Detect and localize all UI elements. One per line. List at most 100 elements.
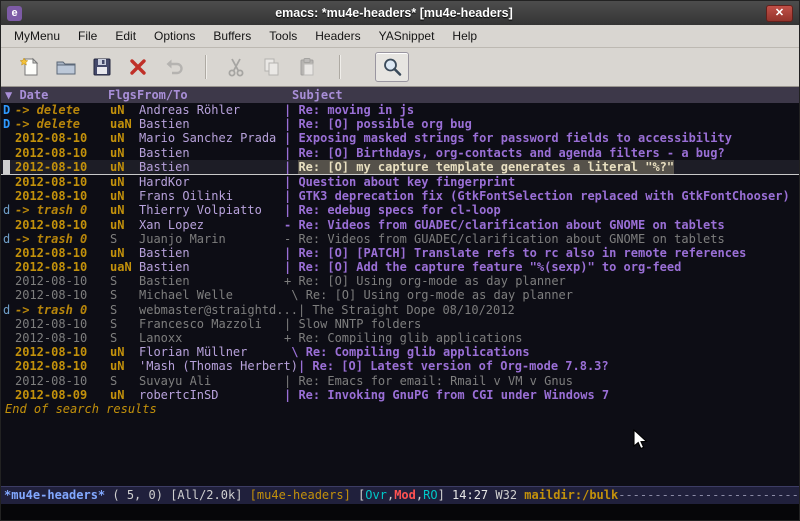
modeline-segment: 14:27 xyxy=(452,487,495,504)
message-row[interactable]: 2012-08-10 uN Bastien | Re: [O] Birthday… xyxy=(1,146,799,160)
menu-item-help[interactable]: Help xyxy=(443,27,486,45)
undo-button[interactable] xyxy=(157,52,191,82)
close-buffer-icon xyxy=(127,56,149,78)
column-header-date[interactable]: ▼ Date xyxy=(1,87,108,103)
mode-line[interactable]: *mu4e-headers* ( 5, 0) [All/2.0k] [mu4e-… xyxy=(1,486,799,504)
message-from: Andreas Röhler xyxy=(139,103,284,117)
message-row[interactable]: 2012-08-10 uaN Bastien | Re: [O] Add the… xyxy=(1,260,799,274)
message-date: 2012-08-10 xyxy=(15,359,110,373)
thread-separator: | xyxy=(284,203,298,217)
message-date: 2012-08-10 xyxy=(15,260,110,274)
mark-char xyxy=(3,218,15,232)
message-date: 2012-08-10 xyxy=(15,345,110,359)
subject-text: Slow NNTP folders xyxy=(298,317,421,331)
message-row[interactable]: 2012-08-10 uN Bastien | Re: [O] my captu… xyxy=(1,160,799,175)
end-of-results: End of search results xyxy=(1,402,799,416)
thread-separator: | xyxy=(284,103,298,117)
message-row[interactable]: 2012-08-10 S Francesco Mazzoli | Slow NN… xyxy=(1,317,799,331)
menu-item-options[interactable]: Options xyxy=(145,27,204,45)
message-row[interactable]: 2012-08-09 uN robertcInSD | Re: Invoking… xyxy=(1,388,799,402)
thread-separator: | xyxy=(284,146,298,160)
message-date: 2012-08-10 xyxy=(15,218,110,232)
message-row[interactable]: 2012-08-10 uN Bastien | Re: [O] [PATCH] … xyxy=(1,246,799,260)
message-subject: | Re: [O] my capture template generates … xyxy=(284,160,799,174)
close-icon: ✕ xyxy=(775,8,784,19)
menu-item-headers[interactable]: Headers xyxy=(306,27,369,45)
toolbar-separator xyxy=(339,55,341,79)
message-flags: S xyxy=(110,374,139,388)
message-row[interactable]: 2012-08-10 uN HardKor | Question about k… xyxy=(1,175,799,189)
message-flags: S xyxy=(110,232,139,246)
message-row[interactable]: 2012-08-10 S Michael Welle \ Re: [O] Usi… xyxy=(1,288,799,302)
mark-char xyxy=(3,288,15,302)
thread-separator: | xyxy=(284,117,298,131)
mark-char: d xyxy=(3,203,15,217)
modeline-segment: ] xyxy=(438,487,452,504)
menu-item-buffers[interactable]: Buffers xyxy=(204,27,260,45)
message-flags: uN xyxy=(110,345,139,359)
mark-char xyxy=(3,374,15,388)
message-subject: | Re: [O] Add the capture feature "%(sex… xyxy=(284,260,799,274)
menu-item-mymenu[interactable]: MyMenu xyxy=(5,27,69,45)
message-row[interactable]: 2012-08-10 S Suvayu Ali | Re: Emacs for … xyxy=(1,374,799,388)
modeline-segment: ----------------------------------------… xyxy=(618,487,799,504)
message-flags: uN xyxy=(110,103,139,117)
thread-separator: + xyxy=(284,331,298,345)
open-file-icon xyxy=(55,56,77,78)
echo-area[interactable] xyxy=(1,504,799,520)
message-row[interactable]: d -> trash 0 S Juanjo Marin - Re: Videos… xyxy=(1,232,799,246)
mark-char xyxy=(3,345,15,359)
modeline-segment: , xyxy=(416,487,423,504)
headers-buffer: ▼ Date Flgs From/To Subject D -> delete … xyxy=(1,87,799,486)
message-row[interactable]: 2012-08-10 S Bastien + Re: [O] Using org… xyxy=(1,274,799,288)
thread-separator: + xyxy=(284,274,298,288)
message-row[interactable]: d -> trash 0 uN Thierry Volpiatto | Re: … xyxy=(1,203,799,217)
subject-text: Exposing masked strings for password fie… xyxy=(298,131,731,145)
message-flags: S xyxy=(110,317,139,331)
subject-text: Re: edebug specs for cl-loop xyxy=(298,203,500,217)
message-row[interactable]: 2012-08-10 uN Mario Sanchez Prada | Expo… xyxy=(1,131,799,145)
message-row[interactable]: d -> trash 0 S webmaster@straightd... | … xyxy=(1,303,799,317)
open-file-button[interactable] xyxy=(49,52,83,82)
column-header-flags[interactable]: Flgs xyxy=(108,87,137,103)
subject-text: Re: [O] [PATCH] Translate refs to rc als… xyxy=(298,246,746,260)
cut-button[interactable] xyxy=(219,52,253,82)
message-flags: uN xyxy=(110,146,139,160)
close-button[interactable]: ✕ xyxy=(766,5,793,22)
message-flags: uN xyxy=(110,218,139,232)
cut-icon xyxy=(225,56,247,78)
message-flags: uN xyxy=(110,388,139,402)
message-from: Michael Welle xyxy=(139,288,284,302)
new-file-button[interactable] xyxy=(13,52,47,82)
paste-button[interactable] xyxy=(291,52,325,82)
menu-item-edit[interactable]: Edit xyxy=(106,27,145,45)
modeline-segment: [mu4e-headers] xyxy=(250,487,358,504)
message-row[interactable]: 2012-08-10 uN Florian Müllner \ Re: Comp… xyxy=(1,345,799,359)
menu-item-tools[interactable]: Tools xyxy=(260,27,306,45)
menu-item-file[interactable]: File xyxy=(69,27,106,45)
message-row[interactable]: 2012-08-10 S Lanoxx + Re: Compiling glib… xyxy=(1,331,799,345)
titlebar[interactable]: e emacs: *mu4e-headers* [mu4e-headers] ✕ xyxy=(1,1,799,25)
modeline-segment: ( 5, 0) xyxy=(105,487,170,504)
message-row[interactable]: D -> delete uN Andreas Röhler | Re: movi… xyxy=(1,103,799,117)
column-header-from[interactable]: From/To xyxy=(137,87,282,103)
subject-text: Re: Videos from GUADEC/clarification abo… xyxy=(298,218,724,232)
thread-separator: | xyxy=(284,388,298,402)
save-buffer-button[interactable] xyxy=(85,52,119,82)
menu-item-yasnippet[interactable]: YASnippet xyxy=(370,27,444,45)
modeline-segment: RO xyxy=(423,487,437,504)
message-date: 2012-08-10 xyxy=(15,246,110,260)
message-row[interactable]: 2012-08-10 uN Frans Oilinki | GTK3 depre… xyxy=(1,189,799,203)
subject-text: Re: Emacs for email: Rmail v VM v Gnus xyxy=(298,374,573,388)
subject-text: Re: Invoking GnuPG from CGI under Window… xyxy=(298,388,609,402)
kill-buffer-button[interactable] xyxy=(121,52,155,82)
copy-button[interactable] xyxy=(255,52,289,82)
toolbar xyxy=(1,48,799,87)
subject-text: GTK3 deprecation fix (GtkFontSelection r… xyxy=(298,189,789,203)
message-row[interactable]: D -> delete uaN Bastien | Re: [O] possib… xyxy=(1,117,799,131)
message-row[interactable]: 2012-08-10 uN 'Mash (Thomas Herbert) | R… xyxy=(1,359,799,373)
column-header-subject[interactable]: Subject xyxy=(282,87,799,103)
search-button[interactable] xyxy=(375,52,409,82)
message-row[interactable]: 2012-08-10 uN Xan Lopez - Re: Videos fro… xyxy=(1,218,799,232)
message-subject: + Re: [O] Using org-mode as day planner xyxy=(284,274,799,288)
